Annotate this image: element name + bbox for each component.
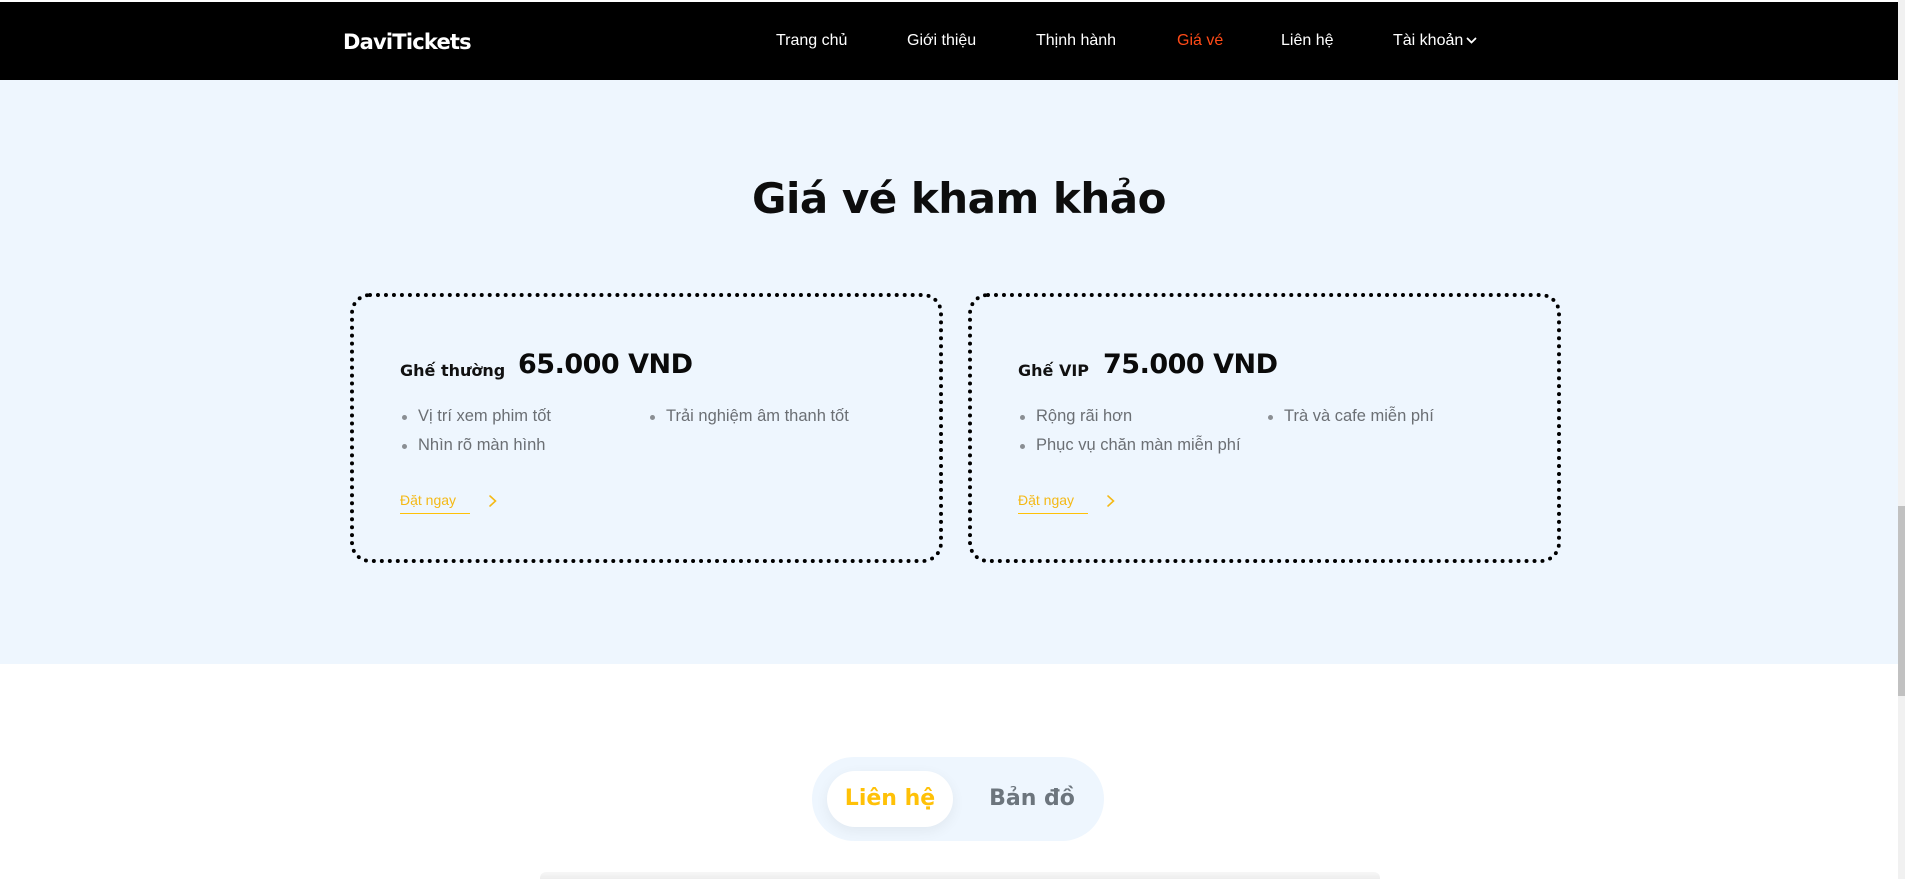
feature-item: Nhìn rõ màn hình [402,436,546,454]
site-logo[interactable]: DaviTickets [343,30,472,54]
chevron-right-icon[interactable] [1105,494,1117,508]
tab-map[interactable]: Bản đồ [967,771,1097,827]
nav-item-pricing[interactable]: Giá vé [1177,32,1223,50]
nav-item-account-label: Tài khoản [1393,32,1464,49]
page-scrollbar[interactable] [1898,0,1905,879]
pricing-section: Giá vé kham khảo Ghế thường 65.000 VND V… [0,80,1898,664]
pricing-card-standard: Ghế thường 65.000 VND Vị trí xem phim tố… [350,293,943,563]
section-title: Giá vé kham khảo [752,174,1166,223]
chevron-right-icon[interactable] [487,494,499,508]
seat-type-label: Ghế VIP [1018,361,1090,380]
price-value: 75.000 VND [1103,349,1278,380]
tab-contact[interactable]: Liên hệ [827,771,953,827]
seat-type-label: Ghế thường [400,361,506,380]
nav-item-contact[interactable]: Liên hệ [1281,32,1334,50]
book-now-link[interactable]: Đặt ngay [400,492,470,514]
feature-item: Phục vụ chăn màn miễn phí [1020,436,1241,454]
pricing-card-vip: Ghế VIP 75.000 VND Rộng rãi hơn Trà và c… [968,293,1561,563]
chevron-down-icon [1466,37,1477,44]
contact-map-tabs: Liên hệ Bản đồ [812,757,1104,841]
price-value: 65.000 VND [518,349,693,380]
nav-item-home[interactable]: Trang chủ [776,32,847,50]
nav-item-trending[interactable]: Thịnh hành [1036,32,1116,50]
feature-item: Rộng rãi hơn [1019,407,1133,425]
scrollbar-thumb[interactable] [1898,506,1905,696]
feature-item: Trải nghiệm âm thanh tốt [650,407,849,425]
nav-item-about[interactable]: Giới thiệu [907,32,976,50]
feature-item: Trà và cafe miễn phí [1268,407,1434,425]
content-card-edge [540,872,1380,879]
top-navbar: DaviTickets Trang chủ Giới thiệu Thịnh h… [0,2,1898,80]
book-now-link[interactable]: Đặt ngay [1018,492,1088,514]
feature-item: Vị trí xem phim tốt [402,407,551,425]
nav-item-account[interactable]: Tài khoản [1393,32,1477,50]
